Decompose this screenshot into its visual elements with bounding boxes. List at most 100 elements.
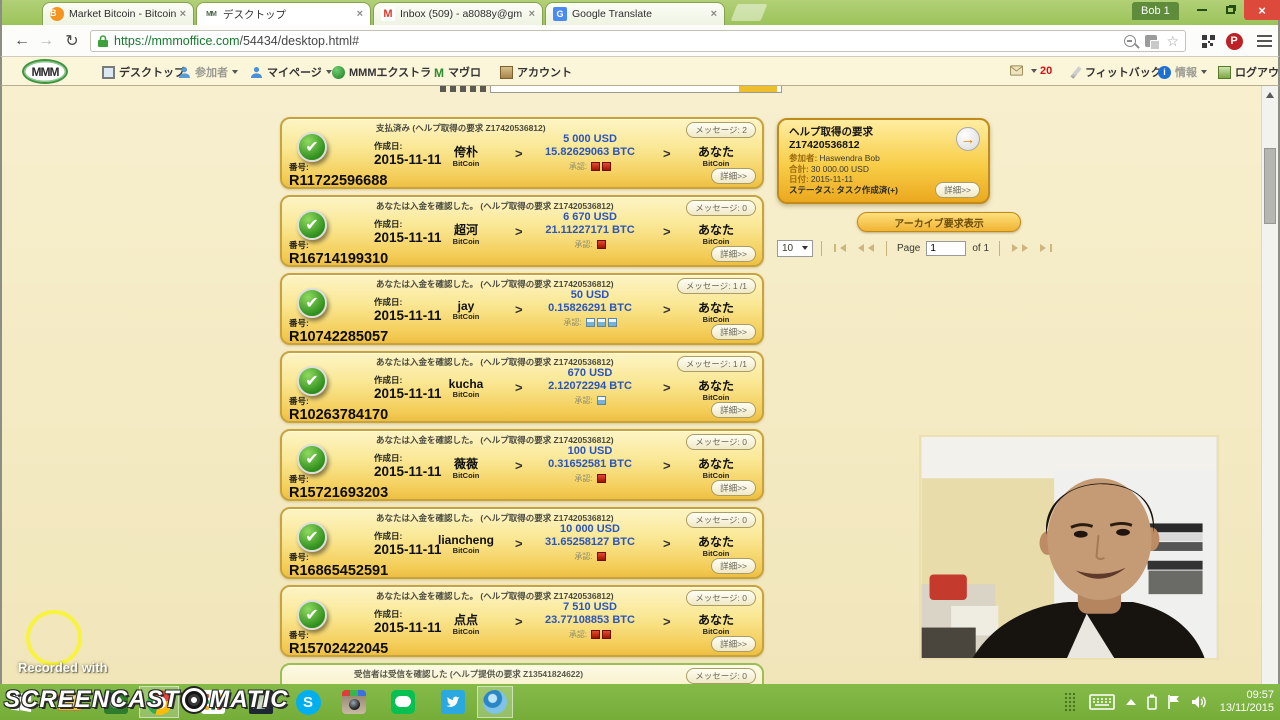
nav-item-mail[interactable]: 20 [1010,64,1052,77]
tab-desktop[interactable]: デスクトップ × [196,2,371,25]
nav-item-mypage[interactable]: マイページ [250,64,332,80]
details-button[interactable]: 詳細>> [711,246,756,262]
approval-screenshot-icon[interactable] [602,630,612,639]
instagram-icon[interactable] [341,689,367,715]
address-bar[interactable]: https://mmmoffice.com /54434/desktop.htm… [90,30,1186,52]
show-hidden-icons-arrow[interactable] [1125,698,1137,706]
messages-badge[interactable]: メッセージ: 0 [686,668,756,684]
tab-market-bitcoin[interactable]: Market Bitcoin - Bitcoin.co × [42,2,194,25]
nav-item-info[interactable]: 情報 [1158,64,1207,80]
bookmark-star-icon[interactable]: ☆ [1166,33,1179,50]
page-input[interactable] [926,240,967,256]
approval-image-icon[interactable] [596,396,606,405]
nav-item-mavro[interactable]: マヴロ [434,64,481,80]
per-page-select[interactable]: 10 [777,239,813,257]
nav-item-mmm-extra[interactable]: MMMエクストラ [332,64,431,80]
next-page-icon[interactable] [1012,244,1032,252]
url-host: https://mmmoffice.com [114,34,240,48]
skype-icon[interactable] [295,689,321,715]
tab-inbox[interactable]: Inbox (509) - a8088y@gm × [373,2,543,25]
completed-check-icon: ✔ [297,600,327,630]
archive-requests-button[interactable]: アーカイブ要求表示 [857,212,1021,232]
pinterest-extension-icon[interactable] [1224,32,1244,50]
messages-badge[interactable]: メッセージ: 2 [686,122,756,138]
reload-button[interactable]: ↻ [60,29,84,53]
messages-badge[interactable]: メッセージ: 0 [686,512,756,528]
battery-icon[interactable] [1147,694,1157,710]
vertical-scrollbar[interactable] [1261,86,1278,684]
recipient-name: あなた [697,613,734,627]
translate-page-icon[interactable] [1145,35,1161,50]
amount-block: 5 000 USD 15.82629063 BTC 承認: [524,133,656,172]
prev-page-icon[interactable] [854,244,874,252]
window-close-button[interactable]: × [1244,0,1280,20]
scrollbar-thumb[interactable] [1264,148,1276,224]
details-button[interactable]: 詳細>> [711,324,756,340]
line-icon[interactable] [390,689,416,715]
open-request-arrow-icon[interactable]: → [956,127,980,151]
amount-usd: 6 670 USD [563,211,617,223]
window-restore-button[interactable] [1216,0,1244,20]
nav-item-feedback[interactable]: フィットバック [1070,64,1162,80]
mmm-logo[interactable]: MMM [22,59,68,84]
help-request-title-text: ヘルプ取得の要求 [789,126,873,138]
qr-extension-icon[interactable] [1198,32,1218,50]
new-tab-button[interactable] [730,4,768,21]
nav-item-account[interactable]: アカウント [500,64,572,80]
first-page-icon[interactable] [834,244,846,252]
tab-close-icon[interactable]: × [711,8,717,20]
tab-close-icon[interactable]: × [529,8,535,20]
messages-badge[interactable]: メッセージ: 1 /1 [676,278,756,294]
approval-image-icon[interactable] [607,318,617,327]
details-button[interactable]: 詳細>> [711,402,756,418]
details-button[interactable]: 詳細>> [711,480,756,496]
approval-image-icon[interactable] [596,318,606,327]
details-button[interactable]: 詳細>> [711,168,756,184]
back-button[interactable]: ← [10,29,34,53]
scroll-up-arrow-icon[interactable] [1262,88,1278,102]
help-request-fields: 参加者: Haswendra Bob 合計: 30 000.00 USD 日付: 20… [789,153,898,195]
messages-badge[interactable]: メッセージ: 0 [686,434,756,450]
screencast-app-icon[interactable] [482,689,508,715]
forward-button[interactable]: → [34,29,58,53]
nav-item-logout[interactable]: ログアウト [1218,64,1280,80]
sender-currency: BitCoin [452,627,480,636]
nav-item-desktop[interactable]: デスクトップ [102,64,185,80]
tab-close-icon[interactable]: × [180,8,186,20]
nav-item-participants[interactable]: 参加者 [178,64,238,80]
tab-close-icon[interactable]: × [357,8,363,20]
approval-screenshot-icon[interactable] [596,552,606,561]
recipient-block: あなた BitCoin [674,533,758,558]
field-value: タスク作成済(+) [836,184,898,195]
browser-toolbar: ← → ↻ https://mmmoffice.com /54434/deskt… [0,25,1280,57]
sender-currency: BitCoin [452,237,480,246]
action-center-flag-icon[interactable] [1167,694,1181,710]
chevron-down-icon [232,70,238,77]
messages-badge[interactable]: メッセージ: 0 [686,200,756,216]
transaction-number: R10742285057 [289,329,389,345]
window-minimize-button[interactable] [1188,0,1216,20]
number-label: 番号: [289,162,309,172]
details-button[interactable]: 詳細>> [711,636,756,652]
touch-keyboard-icon[interactable] [1088,694,1115,710]
approval-screenshot-icon[interactable] [591,630,601,639]
messages-badge[interactable]: メッセージ: 1 /1 [676,356,756,372]
zoom-level-icon[interactable] [1124,35,1137,47]
profile-badge[interactable]: Bob 1 [1132,2,1179,20]
approval-screenshot-icon[interactable] [591,162,601,171]
approval-screenshot-icon[interactable] [596,240,606,249]
approval-label: 承認: [568,630,588,639]
twitter-icon[interactable] [440,689,466,715]
approval-image-icon[interactable] [585,318,595,327]
last-page-icon[interactable] [1040,244,1053,252]
tab-google-translate[interactable]: Google Translate × [545,2,725,25]
details-button[interactable]: 詳細>> [935,182,980,198]
details-button[interactable]: 詳細>> [711,558,756,574]
messages-badge[interactable]: メッセージ: 0 [686,590,756,606]
transaction-card: あなたは入金を確認した。 (ヘルプ取得の要求 Z17420536812) メッセ… [280,585,764,657]
approval-screenshot-icon[interactable] [602,162,612,171]
volume-icon[interactable] [1191,694,1207,710]
chrome-menu-icon[interactable] [1254,32,1274,50]
approval-screenshot-icon[interactable] [596,474,606,483]
taskbar-clock[interactable]: 09:57 13/11/2015 [1220,689,1274,715]
